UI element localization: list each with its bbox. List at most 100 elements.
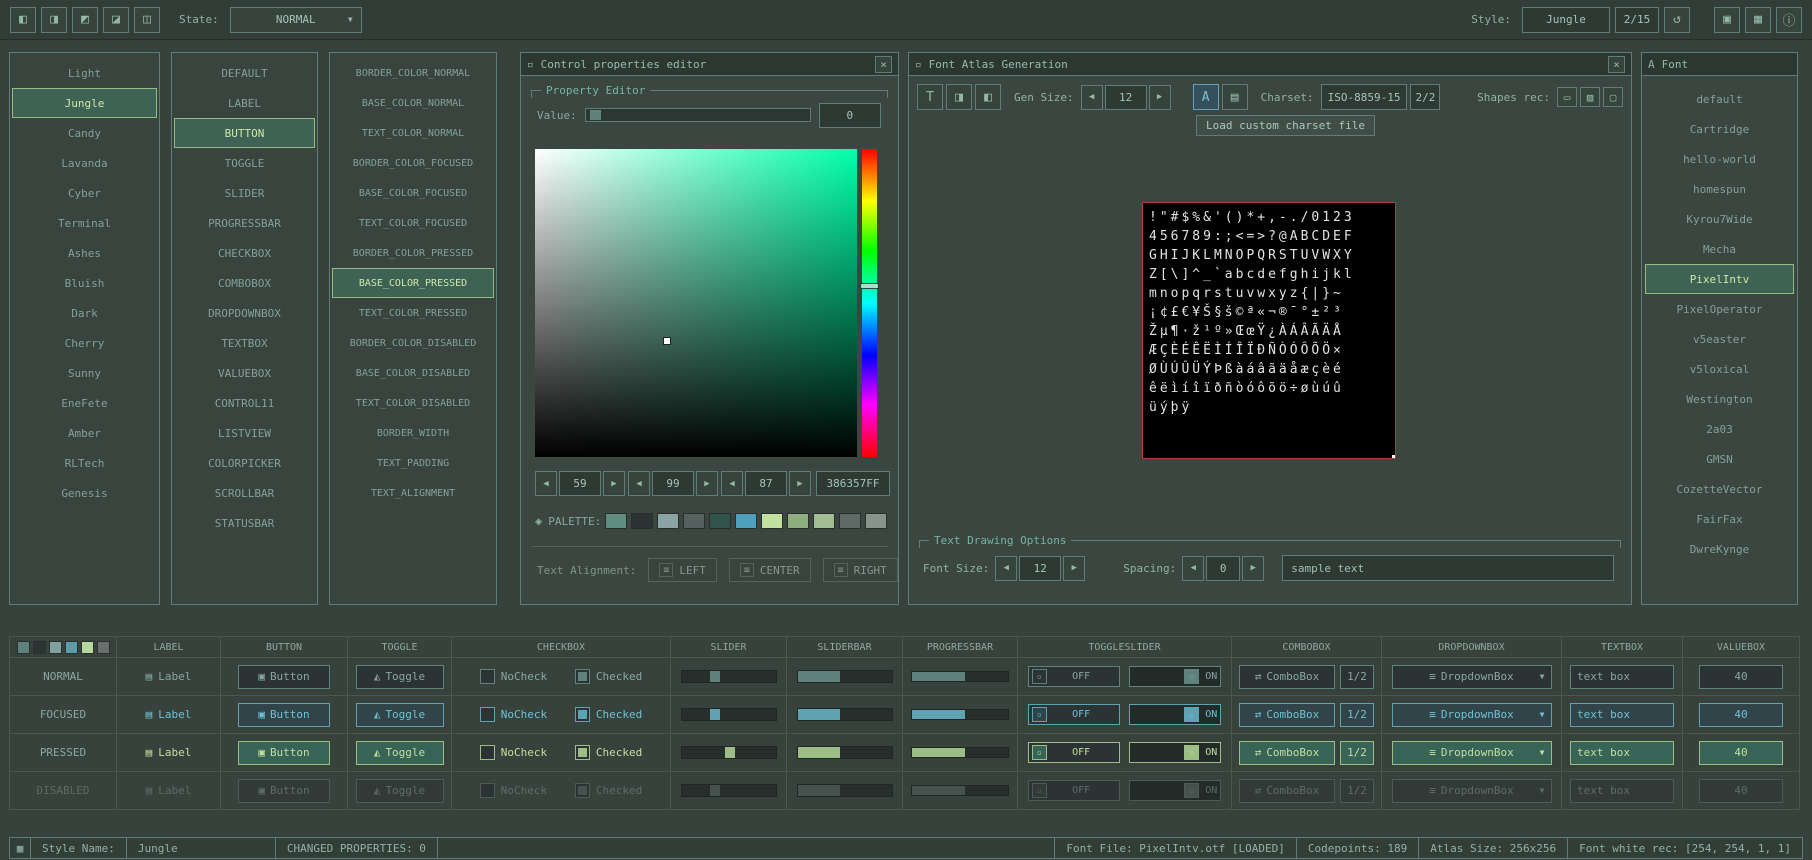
valuebox-preview[interactable]: 40: [1699, 703, 1783, 727]
control-item[interactable]: VALUEBOX: [174, 358, 315, 388]
style-item[interactable]: Ashes: [12, 238, 157, 268]
style-item[interactable]: Cherry: [12, 328, 157, 358]
export-style-button[interactable]: ◪: [103, 7, 129, 33]
font-item[interactable]: CozetteVector: [1645, 474, 1794, 504]
combobox-count-button[interactable]: 1/2: [1340, 703, 1374, 727]
sliderbar-preview[interactable]: [797, 708, 893, 721]
spinner-value[interactable]: 99: [652, 471, 694, 496]
shapes-rec-button-1[interactable]: ▭: [1557, 87, 1577, 107]
font-item[interactable]: Mecha: [1645, 234, 1794, 264]
font-item[interactable]: v5loxical: [1645, 354, 1794, 384]
font-panel-titlebar[interactable]: A Font: [1642, 53, 1797, 76]
style-item[interactable]: Cyber: [12, 178, 157, 208]
button-preview[interactable]: ▣Button: [238, 665, 330, 689]
control-item[interactable]: LABEL: [174, 88, 315, 118]
palette-swatch[interactable]: [813, 513, 835, 529]
spinner-left-button[interactable]: ◀: [1182, 556, 1204, 581]
valuebox-preview[interactable]: 40: [1699, 665, 1783, 689]
control-item[interactable]: LISTVIEW: [174, 418, 315, 448]
font-item[interactable]: FairFax: [1645, 504, 1794, 534]
control-item[interactable]: CHECKBOX: [174, 238, 315, 268]
style-item[interactable]: Genesis: [12, 478, 157, 508]
checkbox-checked[interactable]: Checked: [575, 669, 642, 684]
property-item[interactable]: TEXT_PADDING: [332, 448, 494, 478]
hex-value-box[interactable]: 386357FF: [816, 471, 890, 496]
close-button[interactable]: ×: [1608, 56, 1625, 73]
control-item[interactable]: DROPDOWNBOX: [174, 298, 315, 328]
new-style-button[interactable]: ◧: [10, 7, 36, 33]
control-item-selected[interactable]: BUTTON: [174, 118, 315, 148]
align-right-button[interactable]: ≡ RIGHT: [823, 558, 898, 582]
property-item[interactable]: BORDER_COLOR_FOCUSED: [332, 148, 494, 178]
state-dropdown[interactable]: NORMAL ▼: [230, 7, 362, 33]
shapes-rec-button-2[interactable]: ▨: [1580, 87, 1600, 107]
spinner-value[interactable]: 59: [559, 471, 601, 496]
combobox-preview[interactable]: ⇄ComboBox: [1239, 741, 1335, 765]
control-item[interactable]: TOGGLE: [174, 148, 315, 178]
reload-style-button[interactable]: ↺: [1664, 7, 1690, 33]
hue-bar-handle[interactable]: [860, 283, 879, 289]
button-preview[interactable]: ▣Button: [238, 741, 330, 765]
font-item[interactable]: PixelOperator: [1645, 294, 1794, 324]
control-item[interactable]: PROGRESSBAR: [174, 208, 315, 238]
control-item[interactable]: SLIDER: [174, 178, 315, 208]
property-item[interactable]: BASE_COLOR_NORMAL: [332, 88, 494, 118]
palette-swatch[interactable]: [683, 513, 705, 529]
toggleslider-off[interactable]: ▫OFF: [1028, 742, 1120, 763]
palette-swatch[interactable]: [605, 513, 627, 529]
property-item[interactable]: TEXT_COLOR_DISABLED: [332, 388, 494, 418]
property-item[interactable]: TEXT_COLOR_PRESSED: [332, 298, 494, 328]
spinner-left-button[interactable]: ◀: [1081, 85, 1103, 110]
property-item[interactable]: BORDER_COLOR_NORMAL: [332, 58, 494, 88]
checkbox-unchecked[interactable]: NoCheck: [480, 669, 547, 684]
control-item[interactable]: COLORPICKER: [174, 448, 315, 478]
toggle-preview[interactable]: ◭Toggle: [356, 665, 444, 689]
gen-size-value[interactable]: 12: [1105, 85, 1147, 110]
shapes-rec-checkbox[interactable]: ▢: [1603, 87, 1623, 107]
palette-swatch[interactable]: [735, 513, 757, 529]
style-item[interactable]: Lavanda: [12, 148, 157, 178]
export-atlas-button[interactable]: ◧: [975, 84, 1001, 110]
charset-value-box[interactable]: ISO-8859-15: [1321, 84, 1408, 110]
load-style-button[interactable]: ◨: [41, 7, 67, 33]
style-item[interactable]: Terminal: [12, 208, 157, 238]
control-item[interactable]: CONTROL11: [174, 388, 315, 418]
control-item[interactable]: SCROLLBAR: [174, 478, 315, 508]
text-tool-button[interactable]: T: [917, 84, 943, 110]
spinner-right-button[interactable]: ▶: [603, 471, 625, 496]
property-item[interactable]: TEXT_COLOR_NORMAL: [332, 118, 494, 148]
property-item[interactable]: BASE_COLOR_FOCUSED: [332, 178, 494, 208]
font-item[interactable]: Cartridge: [1645, 114, 1794, 144]
spacing-value[interactable]: 0: [1206, 556, 1240, 581]
slider-preview[interactable]: [681, 708, 777, 721]
control-item[interactable]: TEXTBOX: [174, 328, 315, 358]
checkbox-unchecked[interactable]: NoCheck: [480, 745, 547, 760]
style-item[interactable]: Sunny: [12, 358, 157, 388]
slider-handle[interactable]: [725, 747, 735, 758]
palette-swatch[interactable]: [657, 513, 679, 529]
property-item[interactable]: BORDER_WIDTH: [332, 418, 494, 448]
palette-swatch[interactable]: [631, 513, 653, 529]
export-code-button[interactable]: ▣: [1714, 7, 1740, 33]
font-item[interactable]: homespun: [1645, 174, 1794, 204]
font-item-selected[interactable]: PixelIntv: [1645, 264, 1794, 294]
spinner-right-button[interactable]: ▶: [1063, 556, 1085, 581]
font-item[interactable]: GMSN: [1645, 444, 1794, 474]
color-picker-panel[interactable]: [535, 149, 857, 457]
style-item[interactable]: Candy: [12, 118, 157, 148]
spinner-right-button[interactable]: ▶: [1242, 556, 1264, 581]
load-font-button[interactable]: ◨: [946, 84, 972, 110]
charset-file-button[interactable]: ▤: [1222, 84, 1248, 110]
combobox-preview[interactable]: ⇄ComboBox: [1239, 703, 1335, 727]
palette-swatch[interactable]: [761, 513, 783, 529]
style-item[interactable]: Light: [12, 58, 157, 88]
spinner-right-button[interactable]: ▶: [696, 471, 718, 496]
font-item[interactable]: Westington: [1645, 384, 1794, 414]
font-item[interactable]: DwreKynge: [1645, 534, 1794, 564]
control-item[interactable]: COMBOBOX: [174, 268, 315, 298]
save-style-button[interactable]: ◩: [72, 7, 98, 33]
toggleslider-off[interactable]: ▫OFF: [1028, 704, 1120, 725]
font-size-value[interactable]: 12: [1019, 556, 1061, 581]
button-preview[interactable]: ▣Button: [238, 703, 330, 727]
toggle-preview[interactable]: ◭Toggle: [356, 703, 444, 727]
